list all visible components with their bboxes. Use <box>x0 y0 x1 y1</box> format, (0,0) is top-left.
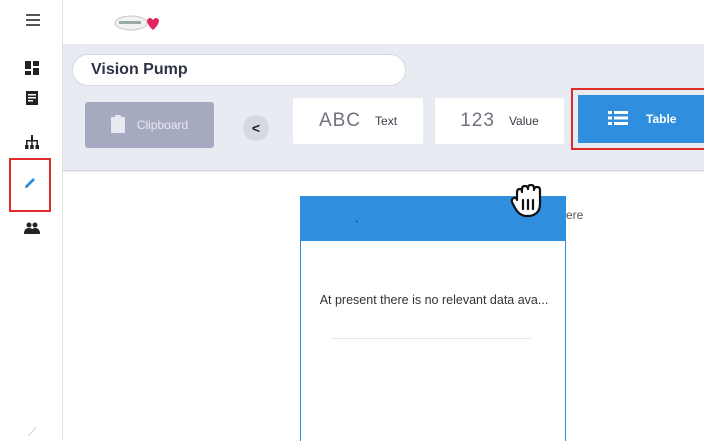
hierarchy-icon[interactable] <box>17 130 47 154</box>
value-widget-button[interactable]: 123 Value <box>435 98 564 144</box>
logo <box>113 11 161 33</box>
text-widget-button[interactable]: ABC Text <box>293 98 423 144</box>
value-widget-glyph: 123 <box>460 110 495 131</box>
clipboard-label: Clipboard <box>136 118 189 132</box>
divider <box>331 338 531 339</box>
text-widget-glyph: ABC <box>318 110 362 131</box>
empty-state-message: At present there is no relevant data ava… <box>319 293 549 307</box>
widget-toolbar: Vision Pump Clipboard < ABC Text 123 Val… <box>63 44 704 171</box>
table-widget-button-highlight: Table <box>571 88 704 150</box>
resize-handle-icon[interactable]: ⟋ <box>28 425 36 440</box>
table-widget-button[interactable]: Table <box>578 95 704 143</box>
edit-nav-item[interactable] <box>9 158 51 212</box>
table-widget-label: Table <box>646 112 677 126</box>
grab-hand-cursor-icon <box>507 180 547 220</box>
left-sidebar: ⟋ <box>0 0 63 441</box>
clipboard-button[interactable]: Clipboard <box>85 102 214 148</box>
scroll-left-button[interactable]: < <box>243 115 269 141</box>
dashboard-icon[interactable] <box>17 56 47 80</box>
users-icon[interactable] <box>17 216 47 240</box>
text-widget-label: Text <box>375 114 398 128</box>
clipboard-icon <box>110 114 125 136</box>
top-header <box>63 0 704 44</box>
table-widget[interactable]: . At present there is no relevant data a… <box>300 196 566 441</box>
menu-icon[interactable] <box>18 8 48 32</box>
table-list-icon <box>608 110 628 128</box>
value-widget-label: Value <box>508 114 539 128</box>
table-widget-header-text: . <box>355 211 359 225</box>
panel-icon[interactable] <box>17 86 47 110</box>
pencil-icon <box>23 176 37 195</box>
dashboard-title-input[interactable]: Vision Pump <box>72 54 406 86</box>
background-text-fragment: ere <box>566 208 584 222</box>
